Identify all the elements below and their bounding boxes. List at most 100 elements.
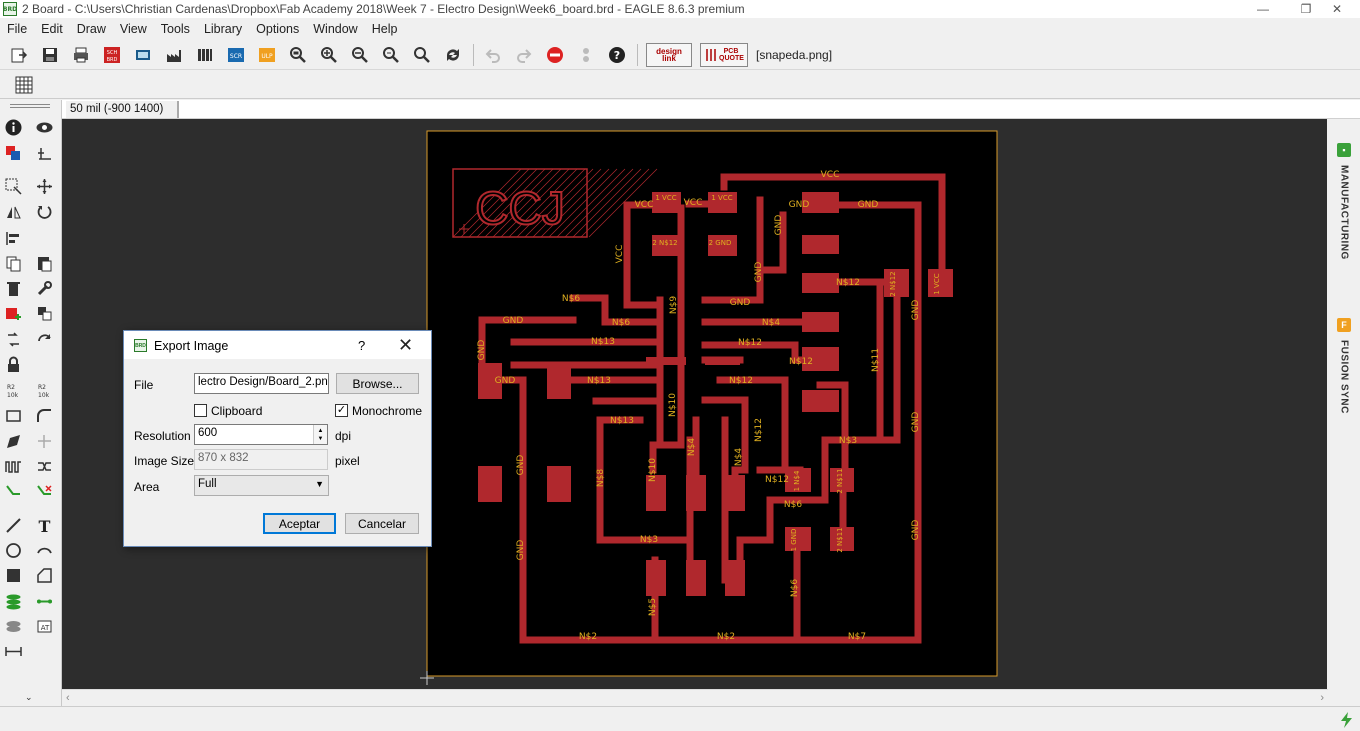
smd-pad[interactable] — [646, 560, 666, 596]
smd-pad[interactable] — [646, 357, 686, 365]
accept-button[interactable]: Aceptar — [263, 513, 336, 534]
lock-icon[interactable] — [3, 354, 23, 374]
dimension-icon[interactable] — [3, 641, 23, 661]
split-icon[interactable] — [3, 405, 23, 425]
menu-file[interactable]: File — [0, 22, 34, 36]
clipboard-checkbox[interactable] — [194, 404, 207, 417]
area-select[interactable]: Full ▼ — [194, 475, 329, 496]
rotate-icon[interactable] — [34, 202, 54, 222]
info-icon[interactable] — [3, 117, 23, 137]
layer-settings-icon[interactable] — [3, 143, 23, 163]
smd-pad[interactable] — [802, 312, 839, 332]
logo-text[interactable]: CCJ — [474, 181, 565, 235]
library-icon[interactable] — [193, 43, 217, 67]
mark-icon[interactable] — [34, 143, 54, 163]
menu-draw[interactable]: Draw — [70, 22, 113, 36]
more-tools-chevron-icon[interactable]: ⌄ — [25, 692, 33, 703]
help-icon[interactable]: ? — [605, 43, 629, 67]
signal-icon[interactable] — [34, 591, 54, 611]
change-icon[interactable] — [34, 278, 54, 298]
scroll-left-icon[interactable]: ‹ — [66, 692, 70, 704]
lock-rotate-icon[interactable] — [34, 329, 54, 349]
design-link-button[interactable]: design link — [646, 42, 692, 67]
route-icon[interactable] — [3, 481, 23, 501]
file-path-input[interactable]: lectro Design/Board_2.png — [194, 373, 329, 394]
script-icon[interactable]: SCR — [224, 43, 248, 67]
zoom-select-icon[interactable] — [379, 43, 403, 67]
menu-help[interactable]: Help — [365, 22, 405, 36]
undo-icon[interactable] — [481, 43, 505, 67]
route-diff-icon[interactable] — [34, 456, 54, 476]
text-icon[interactable]: T — [34, 515, 54, 535]
command-line-input[interactable] — [178, 101, 1358, 118]
line-icon[interactable] — [3, 515, 23, 535]
horizontal-scrollbar[interactable]: ‹ › — [62, 689, 1328, 706]
optimize-icon[interactable] — [3, 431, 23, 451]
menu-window[interactable]: Window — [306, 22, 364, 36]
status-lightning-icon[interactable] — [1340, 712, 1354, 728]
smd-pad[interactable] — [686, 560, 706, 596]
slice-icon[interactable] — [34, 431, 54, 451]
smd-pad[interactable] — [802, 235, 839, 254]
redo-icon[interactable] — [512, 43, 536, 67]
cam-processor-icon[interactable] — [131, 43, 155, 67]
smd-pad[interactable] — [725, 560, 745, 596]
menu-view[interactable]: View — [113, 22, 154, 36]
menu-tools[interactable]: Tools — [154, 22, 197, 36]
resolution-input[interactable]: 600 — [194, 424, 328, 445]
show-icon[interactable] — [34, 117, 54, 137]
monochrome-checkbox[interactable]: ✓ — [335, 404, 348, 417]
arc-icon[interactable] — [34, 540, 54, 560]
paste-icon[interactable] — [34, 253, 54, 273]
smd-pad[interactable] — [547, 363, 571, 399]
dialog-close-icon[interactable]: ✕ — [398, 335, 413, 356]
menu-options[interactable]: Options — [249, 22, 306, 36]
ulp-icon[interactable]: ULP — [255, 43, 279, 67]
copy-icon[interactable] — [3, 253, 23, 273]
smash-icon[interactable]: R2 10k — [3, 380, 23, 400]
fusion-sync-tab[interactable]: F FUSION SYNC — [1334, 318, 1354, 414]
dialog-help-button[interactable]: ? — [358, 338, 365, 353]
minimize-button[interactable]: — — [1240, 0, 1286, 18]
zoom-fit-icon[interactable] — [286, 43, 310, 67]
menu-edit[interactable]: Edit — [34, 22, 70, 36]
redraw-icon[interactable] — [441, 43, 465, 67]
smd-pad[interactable] — [686, 475, 706, 511]
hole-icon[interactable] — [3, 616, 23, 636]
delete-icon[interactable] — [3, 278, 23, 298]
close-window-button[interactable]: ✕ — [1314, 0, 1360, 18]
align-icon[interactable] — [3, 228, 23, 248]
attribute-icon[interactable]: AT — [34, 616, 54, 636]
smd-pad[interactable] — [478, 466, 502, 502]
zoom-in-icon[interactable] — [317, 43, 341, 67]
zoom-out-icon[interactable] — [348, 43, 372, 67]
pcb-quote-button[interactable]: PCB QUOTE — [700, 42, 748, 67]
smd-pad[interactable] — [547, 466, 571, 502]
miter-icon[interactable] — [34, 405, 54, 425]
smd-pad[interactable] — [725, 475, 745, 511]
save-icon[interactable] — [38, 43, 62, 67]
smd-pad[interactable] — [802, 390, 839, 412]
smd-pad[interactable] — [802, 273, 839, 293]
move-icon[interactable] — [34, 176, 54, 196]
grid-icon[interactable] — [12, 73, 36, 97]
browse-button[interactable]: Browse... — [336, 373, 419, 394]
manufacturing-tab[interactable]: ▪ MANUFACTURING — [1334, 143, 1354, 260]
zoom-area-icon[interactable] — [410, 43, 434, 67]
meander-icon[interactable] — [3, 456, 23, 476]
sch-brd-switch-icon[interactable]: SCH BRD — [100, 43, 124, 67]
smd-pad[interactable] — [705, 357, 740, 365]
scroll-right-icon[interactable]: › — [1320, 692, 1324, 704]
manufacturing-icon[interactable] — [162, 43, 186, 67]
stop-icon[interactable] — [543, 43, 567, 67]
open-icon[interactable] — [7, 43, 31, 67]
spin-up-icon[interactable]: ▲ — [318, 427, 324, 435]
rectangle-icon[interactable] — [3, 565, 23, 585]
value-icon[interactable]: R2 10k — [34, 380, 54, 400]
smd-pad[interactable] — [785, 527, 811, 551]
cancel-button[interactable]: Cancelar — [345, 513, 419, 534]
replace-icon[interactable] — [34, 303, 54, 323]
go-icon[interactable] — [574, 43, 598, 67]
menu-library[interactable]: Library — [197, 22, 249, 36]
mirror-icon[interactable] — [3, 202, 23, 222]
